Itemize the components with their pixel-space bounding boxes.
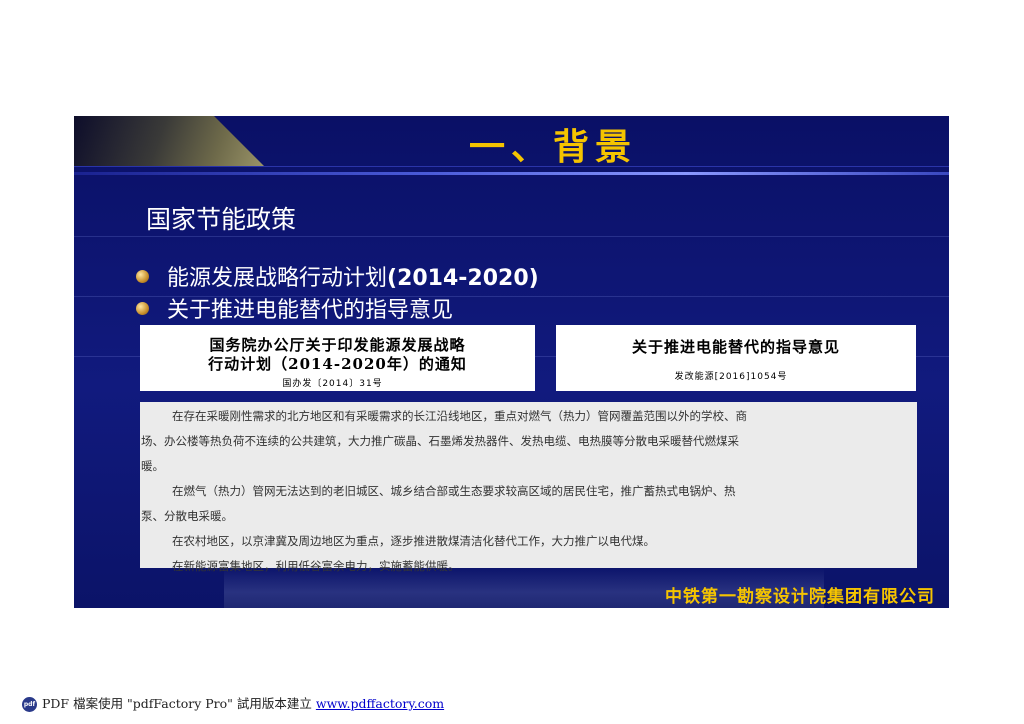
document-title: 国务院办公厅关于印发能源发展战略	[209, 336, 466, 354]
slide-title: 一、背景	[469, 127, 638, 168]
bullet-item: 关于推进电能替代的指导意见	[136, 292, 453, 324]
bullet-text: 能源发展战略行动计划	[167, 266, 388, 291]
section-heading: 国家节能政策	[146, 205, 297, 234]
document-title: 行动计划（2014-2020年）的通知	[208, 355, 467, 373]
paragraph-line: 场、办公楼等热负荷不连续的公共建筑，大力推广碳晶、石墨烯发热器件、发热电缆、电热…	[141, 434, 739, 448]
bullet-item: 能源发展战略行动计划(2014-2020)	[136, 260, 539, 292]
bullet-suffix: (2014-2020)	[387, 266, 539, 291]
slide: 一、背景 国家节能政策 能源发展战略行动计划(2014-2020) 关于推进电能…	[74, 116, 949, 608]
bullet-icon	[136, 301, 149, 315]
pdffactory-link[interactable]: www.pdffactory.com	[316, 696, 444, 711]
bullet-icon	[136, 269, 149, 283]
paragraph-line: 在燃气（热力）管网无法达到的老旧城区、城乡结合部或生态要求较高区域的居民住宅，推…	[172, 484, 736, 498]
paragraph-line: 在农村地区，以京津冀及周边地区为重点，逐步推进散煤清洁化替代工作，大力推广以电代…	[172, 534, 655, 548]
pdf-icon: pdf	[22, 697, 37, 712]
document-title: 关于推进电能替代的指导意见	[631, 338, 840, 356]
document-number: 国办发〔2014〕31号	[282, 379, 383, 389]
document-card-right: 关于推进电能替代的指导意见 发改能源[2016]1054号	[556, 325, 916, 391]
paragraph-line: 暖。	[141, 459, 164, 473]
title-divider	[74, 172, 949, 175]
policy-excerpt: 在存在采暖刚性需求的北方地区和有采暖需求的长江沿线地区，重点对燃气（热力）管网覆…	[140, 402, 917, 573]
bullet-text: 关于推进电能替代的指导意见	[167, 298, 454, 323]
pdf-footer-text: PDF 檔案使用 "pdfFactory Pro" 試用版本建立	[42, 696, 316, 711]
document-card-left: 国务院办公厅关于印发能源发展战略 行动计划（2014-2020年）的通知 国办发…	[140, 325, 535, 391]
document-number: 发改能源[2016]1054号	[674, 372, 788, 382]
paragraph-line: 泵、分散电采暖。	[141, 509, 233, 523]
company-name: 中铁第一勘察设计院集团有限公司	[665, 587, 935, 607]
paragraph-line: 在存在采暖刚性需求的北方地区和有采暖需求的长江沿线地区，重点对燃气（热力）管网覆…	[172, 409, 747, 423]
pdf-footer: pdf PDF 檔案使用 "pdfFactory Pro" 試用版本建立 www.…	[22, 693, 444, 712]
